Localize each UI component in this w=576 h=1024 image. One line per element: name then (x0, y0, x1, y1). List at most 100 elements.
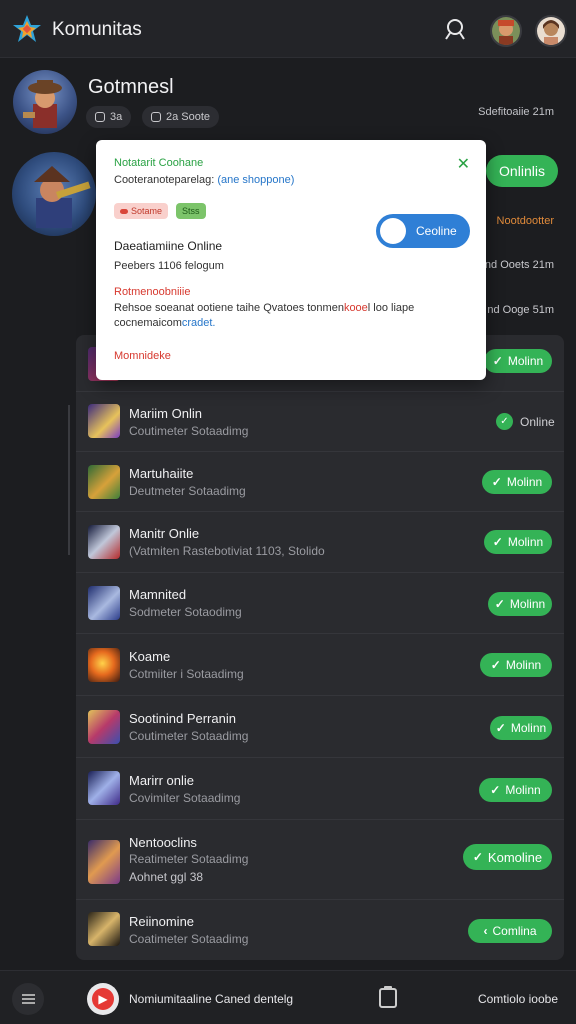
game-thumbnail (88, 648, 120, 682)
dialog-footer-link[interactable]: Momnideke (114, 350, 171, 362)
bottom-bar: ▶ Nomiumitaaline Caned dentelg Comtiolo … (0, 970, 576, 1024)
profile-name: Gotmnesl (88, 76, 174, 98)
tag-red: Sotame (114, 203, 169, 219)
online-status-button[interactable]: Onlinlis (486, 155, 558, 187)
player-list: ✓ Molinn Mariim Onlin Coutimeter Sotaadim… (76, 335, 564, 960)
status-toggle[interactable]: Ceoline (376, 214, 470, 248)
top-app-bar: Komunitas (0, 0, 576, 58)
game-thumbnail (88, 465, 120, 499)
check-icon: ✓ (472, 850, 483, 864)
game-thumbnail (88, 404, 120, 438)
toggle-knob (380, 218, 406, 244)
list-item[interactable]: Manitr Onlie (Vatmiten Rastebotiviat 110… (76, 511, 564, 572)
item-subtitle: Cotmiiter i Sotaadimg (129, 667, 244, 681)
dialog-text: Peebers 1106 felogum (114, 260, 224, 272)
status-button[interactable]: ✓ Molinn (480, 653, 552, 677)
check-icon: ✓ (492, 354, 503, 368)
item-title: Koame (129, 649, 171, 664)
check-icon: ✓ (492, 535, 503, 549)
dialog-inline-link[interactable]: cradet. (182, 317, 216, 329)
lock-icon (95, 112, 105, 122)
item-title: Mariim Onlin (129, 406, 202, 421)
status-button[interactable]: ✓ Komoline (463, 844, 552, 870)
item-title: Manitr Onlie (129, 526, 200, 541)
dialog-description: Rehsoe soeanat ootiene taihe Qvatoes ton… (114, 302, 415, 329)
list-item[interactable]: Mamnited Sodmeter Sotaodimg ✓ Molinn (76, 572, 564, 633)
profile-date: Sdefitoaiie 21m (478, 106, 554, 118)
check-icon: ✓ (495, 721, 506, 735)
list-item[interactable]: Reiinomine Coatimeter Sotaadimg ‹ Comlina (76, 899, 564, 960)
play-icon: ▶ (92, 988, 114, 1010)
game-thumbnail (88, 710, 120, 744)
menu-icon (21, 994, 35, 1004)
item-subtitle: Reatimeter Sotaadimg (129, 852, 249, 866)
item-title: Reiinomine (129, 914, 195, 929)
item-title: Sootinind Perranin (129, 711, 236, 726)
item-title: Mamnited (129, 587, 187, 602)
check-icon: ✓ (496, 413, 513, 430)
game-thumbnail (88, 840, 120, 884)
status-button[interactable]: ✓ Molinn (490, 716, 552, 740)
list-item[interactable]: Mariim Onlin Coutimeter Sotaadimg ✓ Onlin… (76, 391, 564, 451)
item-subtitle: (Vatmiten Rastebotiviat 1103, Stolido (129, 544, 325, 558)
tag-green: Stss (176, 203, 206, 219)
close-icon[interactable]: ✕ (457, 154, 470, 174)
user-avatar[interactable] (535, 15, 567, 47)
status-button[interactable]: ✓ Molinn (482, 470, 552, 494)
item-subtitle: Coutimeter Sotaadimg (129, 424, 249, 438)
menu-button[interactable] (12, 983, 44, 1015)
bottom-right-label[interactable]: Comtiolo ioobe (478, 992, 558, 1006)
profile-chip-score: 2a Soote (142, 106, 220, 128)
check-icon: ✓ (490, 783, 501, 797)
status-indicator: ✓ Online (496, 413, 555, 430)
chevron-left-icon: ‹ (483, 924, 488, 938)
search-icon[interactable] (444, 17, 470, 43)
item-title: Marirr onlie (129, 773, 195, 788)
status-button[interactable]: ✓ Molinn (479, 778, 552, 802)
list-item[interactable]: Koame Cotmiiter i Sotaadimg ✓ Molinn (76, 633, 564, 695)
list-item[interactable]: Martuhaiite Deutmeter Sotaadimg ✓ Molinn (76, 451, 564, 511)
status-button[interactable]: ✓ Molinn (484, 530, 552, 554)
item-subtitle: Coatimeter Sotaadimg (129, 932, 249, 946)
dialog-warning-heading: Rotmenoobniiie (114, 286, 191, 298)
side-label-1: Nootdootter (496, 215, 554, 227)
record-button[interactable]: ▶ (87, 983, 119, 1015)
game-thumbnail (88, 912, 120, 946)
tag-icon (120, 208, 128, 214)
bottom-status-text: Nomiumitaaline Caned dentelg (129, 992, 294, 1006)
hero-avatar[interactable] (12, 152, 96, 236)
list-item[interactable]: Sootinind Perranin Coutimeter Sotaadimg … (76, 695, 564, 757)
status-button[interactable]: ✓ Molinn (488, 592, 552, 616)
friend-avatar[interactable] (490, 15, 522, 47)
check-icon: ✓ (490, 658, 501, 672)
check-icon: ✓ (491, 475, 502, 489)
dialog-title: Notatarit Coohane (114, 157, 204, 169)
app-logo-icon (13, 15, 41, 42)
status-button[interactable]: ‹ Comlina (468, 919, 552, 943)
status-button[interactable]: ✓ Molinn (484, 349, 552, 373)
divider (68, 405, 70, 555)
notification-dialog: Notatarit Coohane ✕ Cooteranoteparelag: … (96, 140, 486, 380)
item-subtitle: Covimiter Sotaadimg (129, 791, 241, 805)
profile-avatar[interactable] (13, 70, 77, 134)
side-label-3: nd Ooge 51m (487, 304, 554, 316)
game-thumbnail (88, 525, 120, 559)
side-label-2: nd Ooets 21m (484, 259, 554, 271)
dialog-subtitle: Cooteranoteparelag: (ane shoppone) (114, 174, 295, 186)
dialog-link[interactable]: (ane shoppone) (217, 174, 294, 186)
list-item[interactable]: Nentooclins Reatimeter Sotaadimg Aohnet … (76, 819, 564, 899)
list-item[interactable]: Marirr onlie Covimiter Sotaadimg ✓ Molinn (76, 757, 564, 819)
game-thumbnail (88, 771, 120, 805)
app-title: Komunitas (52, 19, 142, 40)
check-icon: ✓ (494, 597, 505, 611)
game-thumbnail (88, 586, 120, 620)
item-meta: Aohnet ggl 38 (129, 870, 204, 884)
square-icon (151, 112, 161, 122)
profile-chip-count: 3a (86, 106, 132, 128)
item-subtitle: Coutimeter Sotaadimg (129, 729, 249, 743)
item-subtitle: Deutmeter Sotaadimg (129, 484, 246, 498)
item-subtitle: Sodmeter Sotaodimg (129, 605, 242, 619)
dialog-heading: Daeatiamiine Online (114, 239, 223, 253)
clipboard-icon[interactable] (379, 986, 397, 1008)
item-title: Martuhaiite (129, 466, 194, 481)
